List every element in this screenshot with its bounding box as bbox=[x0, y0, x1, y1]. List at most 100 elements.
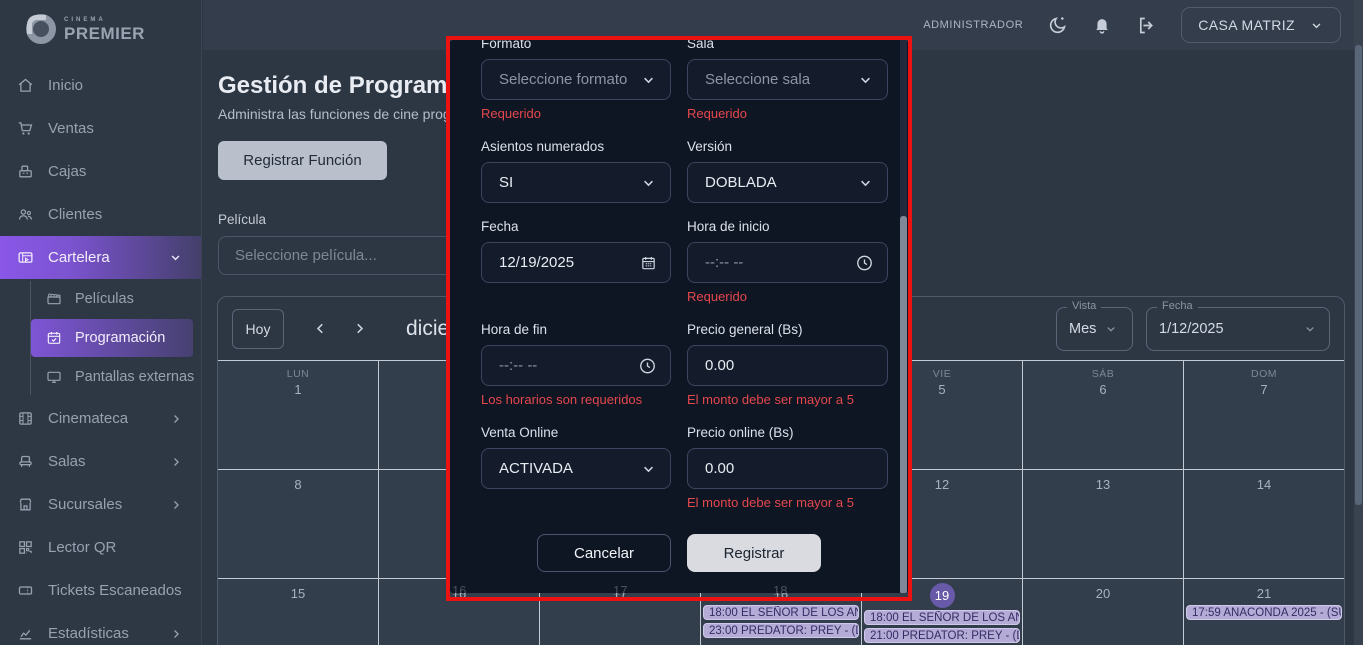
field-label: Asientos numerados bbox=[481, 139, 671, 156]
chevron-down-icon bbox=[640, 174, 657, 191]
event-chip[interactable]: 18:00 EL SEÑOR DE LOS ANILL bbox=[703, 605, 859, 620]
calendar-icon bbox=[640, 254, 657, 271]
sidebar-item-label: Programación bbox=[75, 330, 165, 346]
input-value: 12/19/2025 bbox=[499, 254, 574, 271]
sidebar-item-cajas[interactable]: Cajas bbox=[0, 150, 201, 193]
sidebar-item-label: Clientes bbox=[48, 206, 102, 223]
sala-select[interactable]: Seleccione sala bbox=[687, 59, 888, 100]
calendar-cell[interactable]: 14 bbox=[1184, 470, 1344, 578]
store-icon bbox=[17, 496, 34, 513]
select-placeholder: Seleccione formato bbox=[499, 71, 627, 88]
logout-icon[interactable] bbox=[1136, 15, 1157, 36]
sidebar-item-cinemateca[interactable]: Cinemateca bbox=[0, 397, 201, 440]
monitor-icon bbox=[46, 369, 62, 385]
sidebar-item-label: Inicio bbox=[48, 77, 83, 94]
premier-logo-icon bbox=[26, 14, 56, 44]
today-button[interactable]: Hoy bbox=[232, 309, 284, 349]
brand-cinema-label: CINEMA bbox=[64, 17, 145, 23]
field-error: El monto debe ser mayor a 5 bbox=[687, 495, 888, 512]
field-version: Versión DOBLADA bbox=[687, 123, 888, 203]
venta-online-select[interactable]: ACTIVADA bbox=[481, 448, 671, 489]
billboard-icon bbox=[17, 249, 34, 266]
sidebar-item-label: Estadísticas bbox=[48, 625, 129, 642]
chevron-down-icon bbox=[168, 250, 183, 265]
select-placeholder: Seleccione sala bbox=[705, 71, 810, 88]
hora-inicio-input[interactable]: --:-- -- bbox=[687, 242, 888, 283]
view-select[interactable]: Vista Mes bbox=[1056, 307, 1133, 351]
sidebar-item-peliculas[interactable]: Películas bbox=[0, 279, 201, 319]
input-value: 0.00 bbox=[705, 357, 734, 374]
sidebar-item-sucursales[interactable]: Sucursales bbox=[0, 483, 201, 526]
sidebar-item-inicio[interactable]: Inicio bbox=[0, 64, 201, 107]
dialog-scrollbar-thumb[interactable] bbox=[900, 216, 907, 593]
sidebar-item-clientes[interactable]: Clientes bbox=[0, 193, 201, 236]
chevron-down-icon bbox=[640, 71, 657, 88]
sidebar-item-pantallas-externas[interactable]: Pantallas externas bbox=[0, 357, 201, 397]
users-icon bbox=[17, 206, 34, 223]
qr-code-icon bbox=[17, 539, 34, 556]
weekday-label: LUN bbox=[218, 368, 378, 380]
sidebar-item-label: Lector QR bbox=[48, 539, 116, 556]
date-select[interactable]: Fecha 1/12/2025 bbox=[1146, 307, 1330, 351]
asientos-select[interactable]: SI bbox=[481, 162, 671, 203]
event-chip[interactable]: 17:59 ANACONDA 2025 - (SUB bbox=[1186, 605, 1342, 620]
chevron-left-icon bbox=[312, 320, 329, 337]
prev-month-button[interactable] bbox=[312, 320, 329, 337]
field-asientos-numerados: Asientos numerados SI bbox=[481, 123, 671, 203]
cart-icon bbox=[17, 120, 34, 137]
field-label: Hora de inicio bbox=[687, 219, 888, 236]
event-chip[interactable]: 21:00 PREDATOR: PREY - (DOB bbox=[864, 628, 1020, 643]
event-chip[interactable]: 18:00 EL SEÑOR DE LOS ANILL bbox=[864, 610, 1020, 625]
dark-mode-moon-icon[interactable] bbox=[1047, 15, 1068, 36]
branch-selector[interactable]: CASA MATRIZ bbox=[1181, 7, 1341, 43]
field-label: Sala bbox=[687, 40, 888, 53]
calendar-check-icon bbox=[46, 330, 62, 346]
calendar-cell[interactable]: SÁB6 bbox=[1023, 361, 1183, 469]
calendar-cell[interactable]: 13 bbox=[1023, 470, 1183, 578]
day-number: 8 bbox=[218, 477, 378, 492]
next-month-button[interactable] bbox=[351, 320, 368, 337]
field-fecha: Fecha 12/19/2025 bbox=[481, 203, 671, 306]
sidebar-item-cartelera[interactable]: Cartelera bbox=[0, 236, 201, 279]
event-chip[interactable]: 23:00 PREDATOR: PREY - (DOB bbox=[703, 623, 859, 638]
calendar-cell-day21[interactable]: 21 17:59 ANACONDA 2025 - (SUB bbox=[1184, 579, 1344, 645]
calendar-cell[interactable]: LUN1 bbox=[218, 361, 378, 469]
formato-select[interactable]: Seleccione formato bbox=[481, 59, 671, 100]
page-scrollbar-track[interactable] bbox=[1354, 0, 1363, 645]
hora-fin-input[interactable]: --:-- -- bbox=[481, 345, 671, 386]
sidebar-item-label: Sucursales bbox=[48, 496, 122, 513]
page-scrollbar-thumb[interactable] bbox=[1355, 45, 1362, 505]
sidebar-item-lector-qr[interactable]: Lector QR bbox=[0, 526, 201, 569]
brand-logo: CINEMA PREMIER bbox=[0, 0, 201, 64]
bleed-day-number: 16 bbox=[452, 583, 466, 598]
sidebar-item-ventas[interactable]: Ventas bbox=[0, 107, 201, 150]
sidebar-item-tickets-escaneados[interactable]: Tickets Escaneados bbox=[0, 569, 201, 612]
bleed-day-number: 18 bbox=[773, 583, 787, 598]
chevron-down-icon bbox=[1309, 18, 1324, 33]
sidebar-item-label: Pantallas externas bbox=[75, 369, 194, 385]
calendar-cell[interactable]: 15 bbox=[218, 579, 378, 645]
register-function-dialog: Formato Seleccione formato Requerido Sal… bbox=[450, 40, 908, 593]
chevron-right-icon bbox=[169, 498, 183, 512]
notifications-bell-icon[interactable] bbox=[1092, 15, 1112, 35]
sidebar-item-programacion[interactable]: Programación bbox=[31, 319, 193, 357]
sidebar-item-salas[interactable]: Salas bbox=[0, 440, 201, 483]
cancel-button[interactable]: Cancelar bbox=[537, 534, 671, 572]
weekday-label: SÁB bbox=[1023, 368, 1183, 380]
sidebar-item-label: Salas bbox=[48, 453, 86, 470]
field-label: Versión bbox=[687, 139, 888, 156]
calendar-cell[interactable]: 20 bbox=[1023, 579, 1183, 645]
chevron-down-icon bbox=[857, 174, 874, 191]
calendar-cell[interactable]: 8 bbox=[218, 470, 378, 578]
version-select[interactable]: DOBLADA bbox=[687, 162, 888, 203]
register-function-button[interactable]: Registrar Función bbox=[218, 141, 387, 180]
sidebar-item-estadisticas[interactable]: Estadísticas bbox=[0, 612, 201, 645]
weekday-label: DOM bbox=[1184, 368, 1344, 380]
sidebar: CINEMA PREMIER Inicio Ventas Cajas Clien… bbox=[0, 0, 202, 645]
calendar-cell[interactable]: DOM7 bbox=[1184, 361, 1344, 469]
fecha-input[interactable]: 12/19/2025 bbox=[481, 242, 671, 283]
precio-online-input[interactable]: 0.00 bbox=[687, 448, 888, 489]
precio-general-input[interactable]: 0.00 bbox=[687, 345, 888, 386]
date-select-value: 1/12/2025 bbox=[1159, 321, 1224, 337]
submit-register-button[interactable]: Registrar bbox=[687, 534, 821, 572]
